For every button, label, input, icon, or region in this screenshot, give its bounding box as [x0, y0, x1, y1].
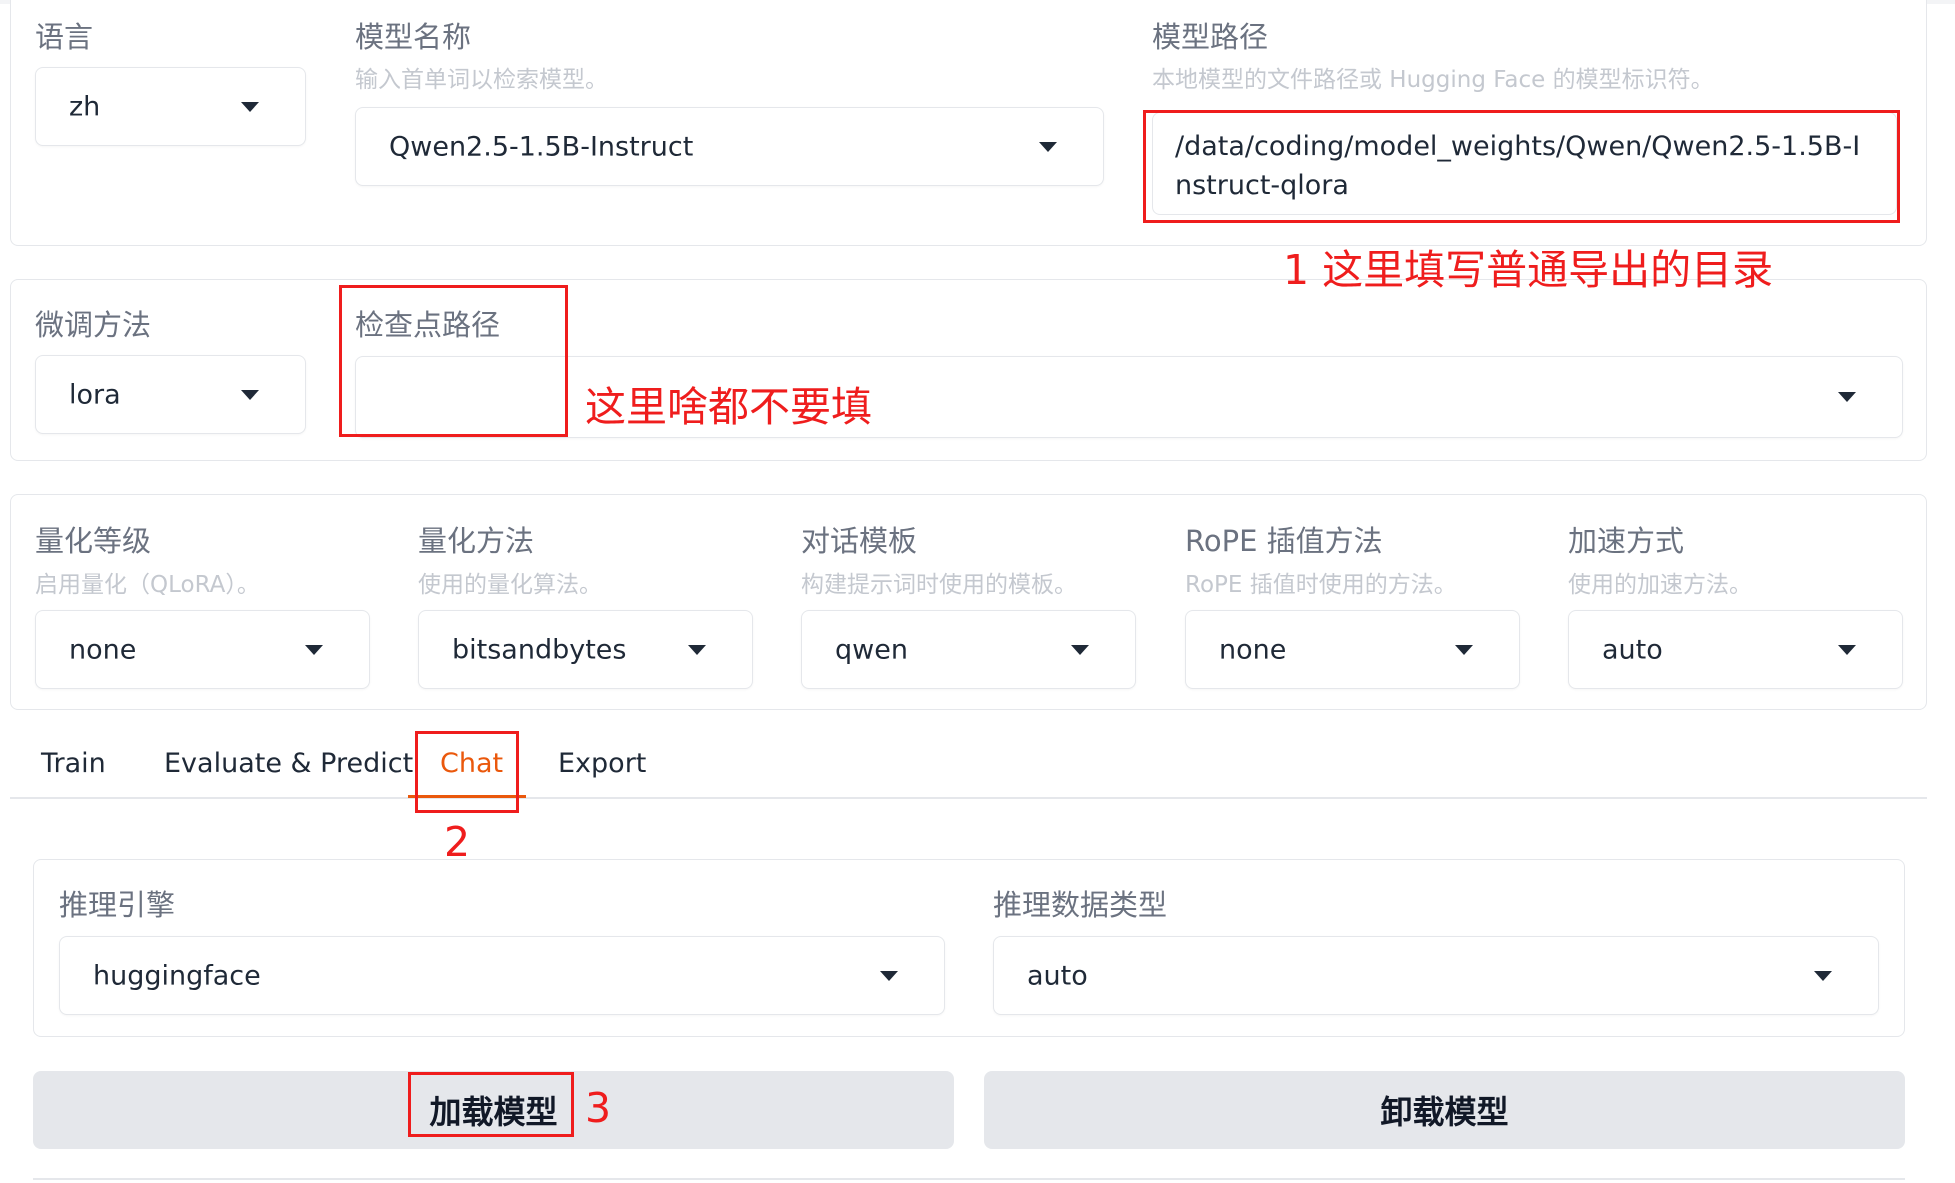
booster-value: auto — [1602, 634, 1663, 665]
finetune-method-label: 微调方法 — [35, 308, 152, 342]
chevron-down-icon — [1455, 644, 1473, 655]
annotation-number-2: 2 — [444, 818, 471, 866]
language-label: 语言 — [35, 20, 94, 54]
chevron-down-icon — [241, 389, 259, 400]
finetune-method-value: lora — [69, 379, 121, 410]
booster-dropdown[interactable]: auto — [1568, 610, 1903, 689]
chevron-down-icon — [1039, 141, 1057, 152]
unload-model-label: 卸载模型 — [1380, 1093, 1509, 1131]
infer-backend-label: 推理引擎 — [59, 888, 176, 922]
quant-level-value: none — [69, 634, 137, 665]
infer-backend-dropdown[interactable]: huggingface — [59, 936, 945, 1015]
language-dropdown[interactable]: zh — [35, 67, 306, 146]
quant-method-dropdown[interactable]: bitsandbytes — [418, 610, 753, 689]
chevron-down-icon — [305, 644, 323, 655]
quant-level-label: 量化等级 — [35, 524, 152, 558]
chevron-down-icon — [1838, 392, 1856, 402]
chevron-down-icon — [241, 101, 259, 112]
rope-dropdown[interactable]: none — [1185, 610, 1520, 689]
template-dropdown[interactable]: qwen — [801, 610, 1136, 689]
rope-info: RoPE 插值时使用的方法。 — [1185, 572, 1457, 598]
template-value: qwen — [835, 634, 908, 665]
tab-export[interactable]: Export — [558, 748, 646, 779]
model-name-value: Qwen2.5-1.5B-Instruct — [389, 131, 694, 162]
annotation-note-checkpoint: 这里啥都不要填 — [585, 383, 872, 431]
quant-method-info: 使用的量化算法。 — [418, 572, 602, 598]
annotation-box-model-path — [1143, 110, 1900, 223]
infer-dtype-dropdown[interactable]: auto — [993, 936, 1879, 1015]
template-label: 对话模板 — [801, 524, 918, 558]
chevron-down-icon — [1838, 644, 1856, 655]
booster-label: 加速方式 — [1568, 524, 1685, 558]
chevron-down-icon — [1814, 970, 1832, 981]
rope-value: none — [1219, 634, 1287, 665]
finetune-method-dropdown[interactable]: lora — [35, 355, 306, 434]
unload-model-button[interactable]: 卸载模型 — [984, 1071, 1905, 1149]
quant-method-label: 量化方法 — [418, 524, 535, 558]
annotation-box-load-button — [408, 1072, 574, 1137]
chevron-down-icon — [688, 644, 706, 655]
bottom-divider — [33, 1178, 1905, 1180]
model-name-dropdown[interactable]: Qwen2.5-1.5B-Instruct — [355, 107, 1104, 186]
language-value: zh — [69, 91, 101, 122]
quant-method-value: bitsandbytes — [452, 634, 627, 665]
model-path-info: 本地模型的文件路径或 Hugging Face 的模型标识符。 — [1152, 67, 1714, 93]
model-path-label: 模型路径 — [1152, 20, 1269, 54]
infer-backend-value: huggingface — [93, 960, 261, 991]
tab-evaluate-predict[interactable]: Evaluate & Predict — [164, 748, 413, 779]
chevron-down-icon — [880, 970, 898, 981]
annotation-box-checkpoint — [339, 285, 568, 437]
model-name-info: 输入首单词以检索模型。 — [355, 67, 608, 93]
quant-level-dropdown[interactable]: none — [35, 610, 370, 689]
model-name-label: 模型名称 — [355, 20, 472, 54]
template-info: 构建提示词时使用的模板。 — [801, 572, 1077, 598]
infer-dtype-value: auto — [1027, 960, 1088, 991]
annotation-box-chat-tab — [415, 731, 519, 813]
booster-info: 使用的加速方法。 — [1568, 572, 1752, 598]
chevron-down-icon — [1071, 644, 1089, 655]
tabs-divider — [10, 797, 1927, 799]
annotation-note-1: 1 这里填写普通导出的目录 — [1283, 246, 1774, 294]
annotation-number-3: 3 — [585, 1084, 612, 1132]
rope-label: RoPE 插值方法 — [1185, 524, 1383, 558]
quant-level-info: 启用量化（QLoRA）。 — [35, 572, 260, 598]
tab-train[interactable]: Train — [41, 748, 106, 779]
infer-dtype-label: 推理数据类型 — [993, 888, 1168, 922]
